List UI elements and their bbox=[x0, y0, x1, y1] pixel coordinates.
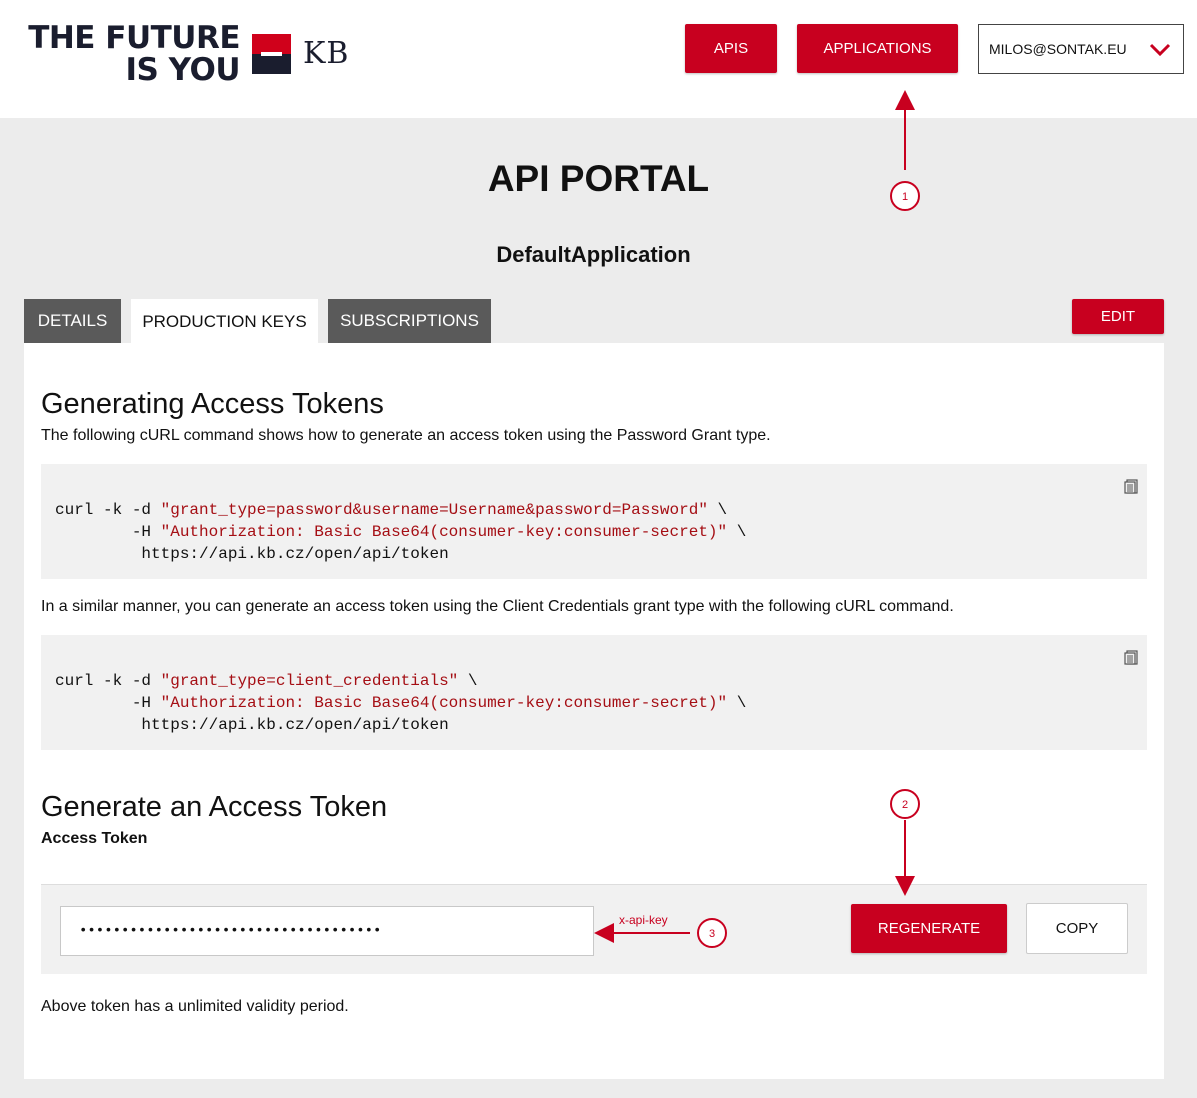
kb-logo-mark-icon bbox=[252, 34, 291, 74]
token-area: REGENERATE COPY bbox=[41, 884, 1147, 974]
page-title: API PORTAL bbox=[487, 158, 710, 199]
access-token-input[interactable] bbox=[60, 906, 594, 956]
user-email: MILOS@SONTAK.EU bbox=[989, 41, 1127, 57]
clipboard-icon[interactable] bbox=[1123, 478, 1139, 494]
edit-button[interactable]: EDIT bbox=[1072, 299, 1164, 334]
annotation-arrow-3-label: x-api-key bbox=[619, 913, 668, 927]
logo-slogan[interactable]: THE FUTURE IS YOU bbox=[4, 22, 240, 86]
clipboard-icon[interactable] bbox=[1123, 649, 1139, 665]
tab-production-keys[interactable]: PRODUCTION KEYS bbox=[131, 299, 318, 344]
nav-applications-button[interactable]: APPLICATIONS bbox=[797, 24, 958, 73]
copy-button[interactable]: COPY bbox=[1026, 903, 1128, 954]
logo-line-2: IS YOU bbox=[125, 52, 240, 88]
token-validity-note: Above token has a unlimited validity per… bbox=[41, 998, 349, 1015]
nav-apis-button[interactable]: APIS bbox=[685, 24, 777, 73]
code-text: curl -k -d "grant_type=client_credential… bbox=[55, 672, 747, 734]
section-description: The following cURL command shows how to … bbox=[41, 427, 771, 444]
section-description-2: In a similar manner, you can generate an… bbox=[41, 598, 954, 615]
code-block-client-credentials: curl -k -d "grant_type=client_credential… bbox=[41, 635, 1147, 750]
code-block-password-grant: curl -k -d "grant_type=password&username… bbox=[41, 464, 1147, 579]
tab-subscriptions[interactable]: SUBSCRIPTIONS bbox=[328, 299, 491, 343]
tab-details[interactable]: DETAILS bbox=[24, 299, 121, 343]
application-name: DefaultApplication bbox=[496, 242, 691, 267]
section-heading-generating: Generating Access Tokens bbox=[41, 388, 384, 420]
section-heading-generate-token: Generate an Access Token bbox=[41, 791, 388, 823]
top-header: THE FUTURE IS YOU KB APIS APPLICATIONS M… bbox=[0, 0, 1197, 118]
regenerate-button[interactable]: REGENERATE bbox=[851, 904, 1007, 953]
kb-logo-brand: KB bbox=[303, 36, 350, 71]
chevron-down-icon bbox=[1149, 43, 1171, 57]
logo-line-1: THE FUTURE bbox=[28, 20, 240, 56]
code-text: curl -k -d "grant_type=password&username… bbox=[55, 501, 747, 563]
access-token-label: Access Token bbox=[41, 830, 148, 847]
production-keys-panel: Generating Access Tokens The following c… bbox=[24, 343, 1164, 1079]
user-account-dropdown[interactable]: MILOS@SONTAK.EU bbox=[978, 24, 1184, 74]
